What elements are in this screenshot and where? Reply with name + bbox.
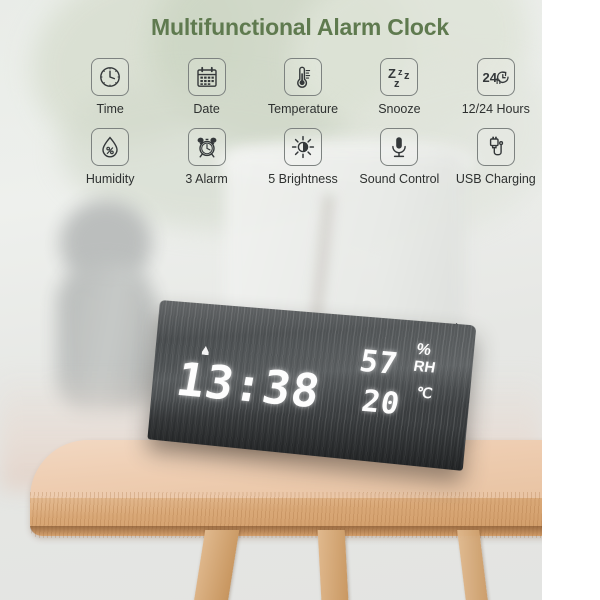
feature-label: Time bbox=[96, 102, 124, 116]
feature-panel: Multifunctional Alarm Clock Time Date Te… bbox=[0, 0, 600, 200]
feature-label: USB Charging bbox=[455, 172, 536, 186]
feature-label: 3 Alarm bbox=[185, 172, 228, 186]
feature-item-usb-charging: USB Charging bbox=[448, 128, 544, 186]
table-leg bbox=[130, 530, 240, 600]
microphone-icon bbox=[380, 128, 419, 166]
feature-label: Temperature bbox=[267, 102, 339, 116]
led-humidity-readout: 57 bbox=[356, 344, 401, 383]
led-temperature-readout: 20 bbox=[358, 384, 403, 423]
water-drop-percent-icon bbox=[91, 128, 130, 166]
usb-plug-icon bbox=[476, 128, 515, 166]
table-leg bbox=[457, 530, 537, 600]
feature-item-humidity: Humidity bbox=[62, 128, 158, 186]
alarm-clock-product: 13:38 57 % RH 20 ℃ bbox=[147, 300, 490, 471]
feature-label: 5 Brightness bbox=[268, 172, 338, 186]
feature-label: Sound Control bbox=[359, 172, 440, 186]
feature-item-time: Time bbox=[62, 58, 158, 116]
alarm-bell-clock-icon bbox=[187, 128, 226, 166]
product-image-stage: 13:38 57 % RH 20 ℃ Multifunctional Alarm… bbox=[0, 0, 600, 600]
feature-icon-grid: Time Date Temperature Z z z z Snooze 24 … bbox=[62, 58, 544, 186]
feature-item-hours-format: 24 h 12/24 Hours bbox=[448, 58, 544, 116]
thermometer-icon bbox=[283, 58, 322, 96]
24h-clock-icon: 24 h bbox=[476, 58, 515, 96]
snooze-z-small: z bbox=[404, 70, 410, 82]
humidity-percent-unit: % bbox=[415, 341, 433, 360]
feature-item-brightness: 5 Brightness bbox=[255, 128, 351, 186]
feature-label: Date bbox=[193, 102, 220, 116]
page-title: Multifunctional Alarm Clock bbox=[151, 14, 449, 40]
sun-brightness-icon bbox=[283, 128, 322, 166]
feature-item-snooze: Z z z z Snooze bbox=[351, 58, 447, 116]
feature-item-temperature: Temperature bbox=[255, 58, 351, 116]
snooze-z-bottom: z bbox=[394, 78, 400, 89]
temperature-celsius-unit: ℃ bbox=[415, 384, 434, 402]
feature-label: Snooze bbox=[378, 102, 421, 116]
snooze-z-medium: z bbox=[398, 67, 403, 77]
feature-label: Humidity bbox=[85, 172, 135, 186]
clock-icon bbox=[91, 58, 130, 96]
table-leg bbox=[317, 530, 370, 600]
snooze-zzz-icon: Z z z z bbox=[380, 58, 419, 96]
feature-item-alarm: 3 Alarm bbox=[158, 128, 254, 186]
feature-label: 12/24 Hours bbox=[461, 102, 530, 116]
humidity-rh-unit: RH bbox=[412, 357, 437, 377]
feature-item-sound-control: Sound Control bbox=[351, 128, 447, 186]
feature-item-date: Date bbox=[158, 58, 254, 116]
calendar-icon bbox=[187, 58, 226, 96]
